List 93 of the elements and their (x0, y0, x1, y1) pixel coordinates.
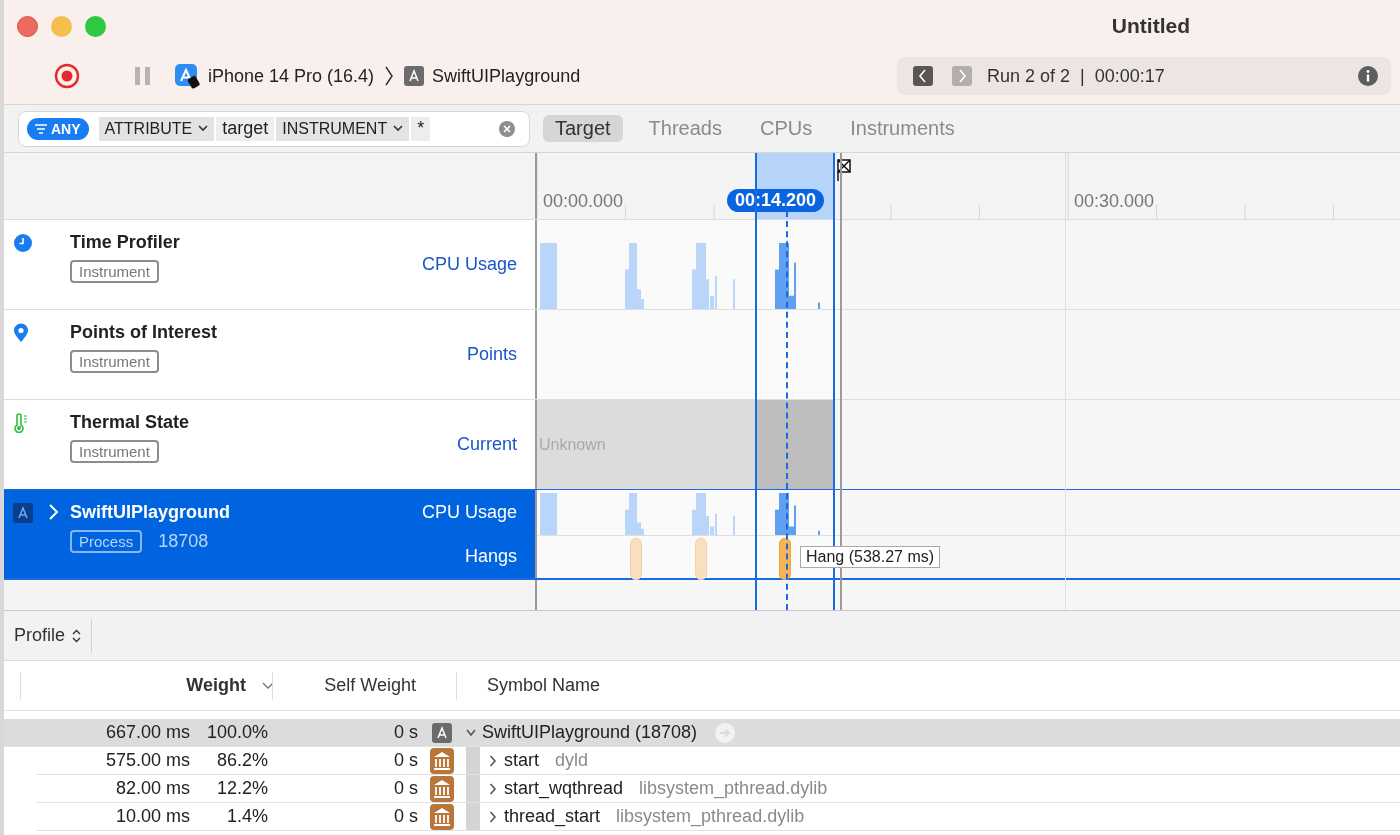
tree-indent-bar (466, 747, 480, 774)
filter-token[interactable]: target (216, 116, 275, 141)
self-weight-cell-text: 0 s (393, 778, 418, 799)
track-type-label: Instrument (70, 440, 159, 463)
window-title: Untitled (1111, 14, 1190, 38)
filter-token-menu[interactable]: ATTRIBUTE (98, 116, 215, 141)
clear-button[interactable] (499, 120, 515, 137)
column-header[interactable]: Symbol Name (456, 671, 1400, 700)
track-type-label: Instrument (70, 260, 159, 283)
library-name: dyld (555, 750, 589, 771)
weight-cell-text: 667.00 ms (104, 722, 190, 743)
chevron-down-icon (198, 125, 209, 132)
call-tree-row[interactable]: 575.00 ms 86.2% 0 s start dyld (36, 747, 1400, 775)
time-label: 00:30.000 (1074, 191, 1155, 212)
column-header[interactable]: Weight (20, 671, 288, 700)
detail-view-menu[interactable]: Profile (4, 618, 93, 653)
app-icon (13, 503, 33, 523)
device-app-icon (174, 63, 200, 89)
close-button[interactable] (17, 15, 38, 37)
self-weight-cell-text: 0 s (393, 750, 418, 771)
call-tree-row[interactable]: 82.00 ms 12.2% 0 s start_wqthread libsystem_pthread.dylib (36, 775, 1400, 803)
hang-tooltip: Hang (538.27 ms) (800, 546, 941, 568)
track-header[interactable]: Thermal State Instrument Current (4, 400, 537, 489)
info-button[interactable] (1358, 66, 1378, 86)
disclosure-chevron-icon[interactable] (47, 503, 59, 521)
flag-icon (837, 159, 851, 181)
lane-label: Current (456, 434, 517, 455)
percent-cell-text: 100.0% (205, 722, 268, 743)
strategy-tab[interactable]: Target (543, 115, 623, 142)
lane-label: CPU Usage (421, 254, 517, 275)
track-type-label: Process (70, 530, 143, 553)
location-pin-icon (13, 323, 29, 343)
target-name[interactable]: SwiftUIPlayground (432, 65, 581, 87)
pause-icon (134, 66, 152, 86)
updown-chevron-icon (72, 628, 82, 643)
app-icon (404, 66, 425, 86)
tree-indent-bar (466, 775, 480, 802)
filter-token[interactable]: * (411, 116, 431, 141)
clock-icon (13, 233, 33, 253)
device-name[interactable]: iPhone 14 Pro (16.4) (208, 65, 375, 87)
library-icon (430, 747, 454, 774)
hang-marker (695, 538, 707, 580)
track-name: Thermal State (70, 412, 191, 433)
symbol-name: thread_start (504, 806, 601, 827)
hang-marker (779, 538, 791, 580)
disclosure-chevron-icon[interactable] (488, 809, 498, 824)
filter-field[interactable]: ANY ATTRIBUTE target INSTRUMENT * (18, 110, 530, 147)
library-name: libsystem_pthread.dylib (639, 778, 828, 799)
library-icon (430, 775, 454, 802)
disclosure-chevron-icon[interactable] (488, 753, 498, 768)
hang-marker (630, 538, 642, 580)
run-separator: | (1080, 65, 1085, 87)
weight-cell-text: 82.00 ms (114, 778, 190, 799)
symbol-name: start_wqthread (504, 778, 624, 799)
library-name: libsystem_pthread.dylib (616, 806, 805, 827)
tree-indent-bar (466, 803, 480, 830)
lane-label: Hangs (464, 545, 517, 567)
time-label: 00:00.000 (543, 191, 624, 212)
track-header[interactable]: SwiftUIPlayground Process 18708 CPU Usage Hangs (4, 490, 537, 578)
track-name: Points of Interest (70, 322, 218, 343)
track-type-label: Instrument (70, 350, 159, 373)
process-id: 18708 (158, 531, 209, 552)
weight-cell-text: 10.00 ms (114, 806, 190, 827)
chevron-down-icon (393, 125, 404, 132)
lane-label: Points (466, 344, 517, 365)
percent-cell-text: 1.4% (225, 806, 268, 827)
percent-cell-text: 12.2% (215, 778, 268, 799)
column-header[interactable]: Self Weight (272, 671, 422, 700)
info-icon (1358, 66, 1378, 86)
symbol-name: SwiftUIPlayground (18708) (482, 722, 698, 743)
self-weight-cell-text: 0 s (393, 806, 418, 827)
track-name: SwiftUIPlayground (70, 502, 231, 523)
scope-filter-button[interactable]: ANY (27, 117, 89, 140)
symbol-name: start (504, 750, 539, 771)
percent-cell-text: 86.2% (215, 750, 268, 771)
self-weight-cell-text: 0 s (393, 722, 418, 743)
previous-run-button[interactable] (913, 66, 933, 86)
run-label: Run 2 of 2 (987, 65, 1071, 87)
app-icon (432, 722, 452, 743)
call-tree-row[interactable]: 667.00 ms 100.0% 0 s SwiftUIPlayground (18708) (4, 719, 1400, 747)
elapsed-time: 00:00:17 (1094, 65, 1165, 87)
filter-token-menu[interactable]: INSTRUMENT (276, 116, 410, 141)
chevron-right-icon (384, 65, 395, 87)
track-name: Time Profiler (70, 232, 181, 253)
thermometer-icon (13, 413, 29, 433)
weight-cell-text: 575.00 ms (104, 750, 190, 771)
call-tree-row[interactable]: 10.00 ms 1.4% 0 s thread_start libsystem_pthread.dylib (36, 803, 1400, 831)
filter-icon (35, 123, 47, 134)
clear-icon (499, 120, 515, 137)
playhead-time[interactable]: 00:14.200 (727, 189, 825, 212)
disclosure-chevron-icon[interactable] (488, 781, 498, 796)
lane-label: CPU Usage (421, 501, 517, 523)
record-icon (54, 63, 80, 89)
